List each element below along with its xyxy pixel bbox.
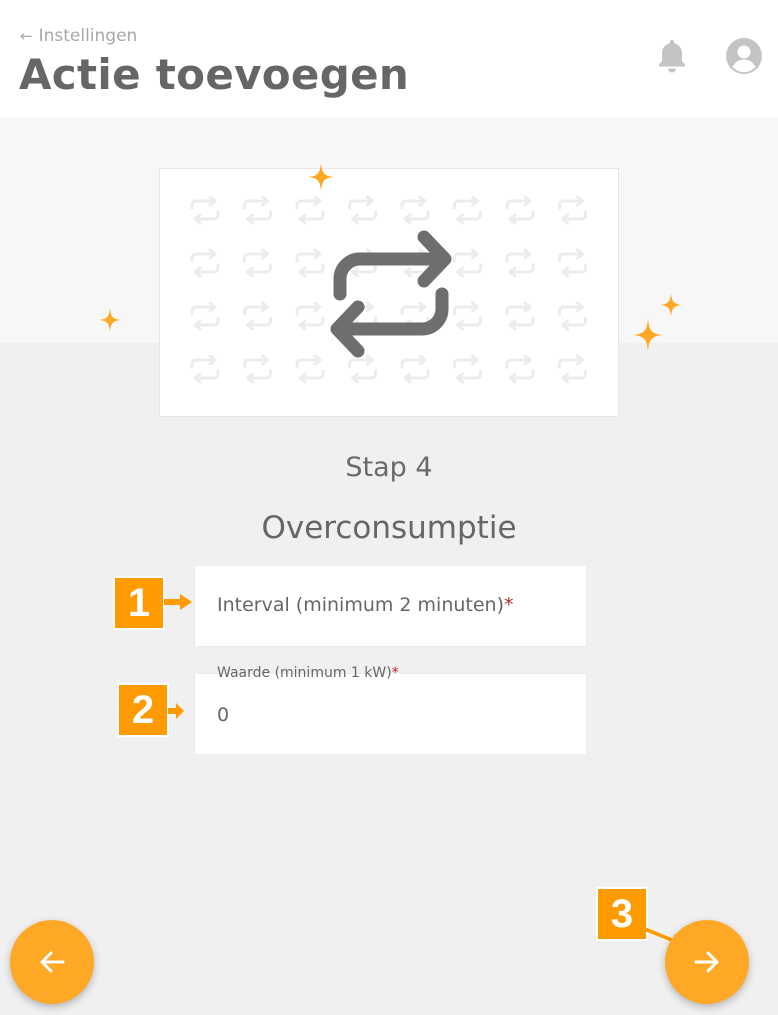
callout-marker-2: 2 (117, 683, 169, 737)
arrow-right-icon (694, 951, 719, 973)
step-title: Overconsumptie (261, 510, 517, 546)
repeat-pattern-icon (558, 354, 587, 384)
hero-card (159, 168, 619, 417)
repeat-pattern-icon (453, 195, 482, 225)
repeat-pattern-icon (348, 195, 377, 225)
required-mark: * (504, 594, 514, 616)
repeat-pattern-icon (295, 248, 325, 278)
repeat-pattern-icon (453, 248, 482, 278)
repeat-icon (330, 230, 452, 358)
sparkle-icon (633, 319, 663, 351)
user-avatar-icon[interactable] (725, 37, 763, 75)
value-field-label: Waarde (minimum 1 kW)* (217, 665, 399, 681)
repeat-pattern-icon (295, 354, 325, 384)
back-link[interactable]: ← Instellingen (20, 26, 137, 46)
repeat-pattern-icon (505, 195, 535, 225)
repeat-pattern-icon (243, 195, 272, 225)
repeat-pattern-icon (505, 248, 535, 278)
interval-field[interactable]: Interval (minimum 2 minuten)* (194, 565, 587, 647)
repeat-pattern-icon (453, 354, 482, 384)
sparkle-icon (99, 308, 121, 332)
callout-pointer (164, 594, 192, 610)
repeat-pattern-icon (453, 301, 482, 331)
value-field[interactable]: Waarde (minimum 1 kW)* 0 (194, 665, 587, 755)
repeat-pattern-icon (558, 301, 587, 331)
arrow-left-icon: ← (20, 27, 33, 45)
repeat-pattern-icon (190, 248, 220, 278)
repeat-pattern-icon (243, 301, 272, 331)
interval-placeholder: Interval (minimum 2 minuten)* (217, 594, 514, 616)
value-field-value[interactable]: 0 (217, 704, 229, 726)
bell-icon[interactable] (655, 38, 689, 74)
repeat-pattern-icon (505, 354, 535, 384)
step-label: Stap 4 (345, 452, 433, 483)
repeat-pattern-icon (505, 301, 535, 331)
repeat-pattern-icon (558, 195, 587, 225)
repeat-pattern-icon (400, 354, 430, 384)
page-title: Actie toevoegen (19, 50, 410, 99)
repeat-pattern-icon (348, 354, 377, 384)
repeat-pattern-icon (558, 248, 587, 278)
repeat-pattern-icon (190, 354, 220, 384)
repeat-pattern-icon (243, 248, 272, 278)
repeat-pattern-icon (400, 195, 430, 225)
repeat-pattern-icon (190, 301, 220, 331)
repeat-pattern-icon (295, 301, 325, 331)
callout-pointer (168, 703, 184, 719)
next-step-button[interactable] (665, 920, 749, 1004)
app-header: ← Instellingen Actie toevoegen (0, 0, 778, 117)
repeat-pattern-icon (295, 195, 325, 225)
repeat-pattern-icon (243, 354, 272, 384)
sparkle-icon (660, 293, 682, 317)
repeat-pattern-icon (190, 195, 220, 225)
required-mark: * (391, 665, 399, 681)
callout-marker-1: 1 (113, 576, 165, 630)
back-link-label: Instellingen (38, 26, 138, 46)
arrow-left-icon (40, 951, 65, 973)
repeat-pattern (190, 195, 587, 384)
previous-step-button[interactable] (10, 920, 94, 1004)
sparkle-icon (308, 163, 334, 191)
